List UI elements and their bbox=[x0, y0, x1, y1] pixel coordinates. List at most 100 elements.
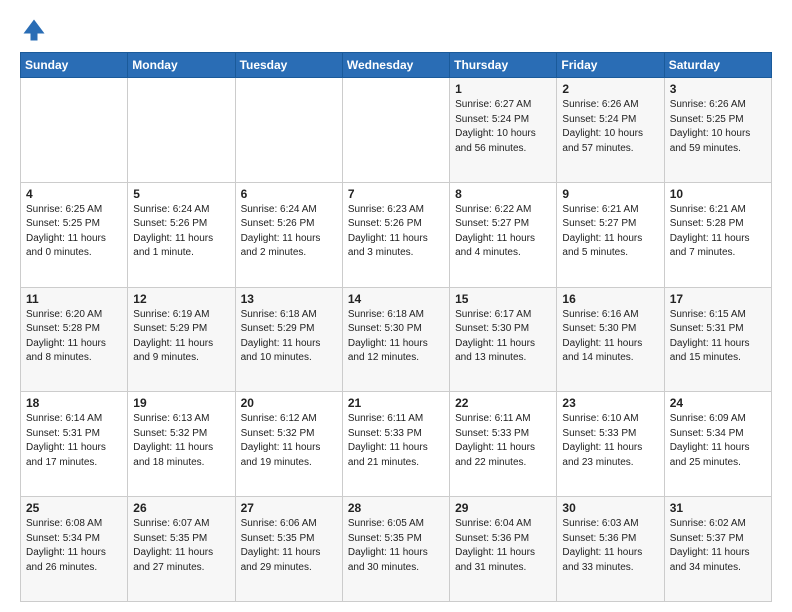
day-info: Sunrise: 6:18 AM Sunset: 5:30 PM Dayligh… bbox=[348, 308, 444, 366]
day-info: Sunrise: 6:17 AM Sunset: 5:30 PM Dayligh… bbox=[455, 308, 551, 366]
day-number: 1 bbox=[455, 82, 551, 96]
day-number: 27 bbox=[241, 501, 337, 515]
day-number: 29 bbox=[455, 501, 551, 515]
day-number: 21 bbox=[348, 396, 444, 410]
day-number: 23 bbox=[562, 396, 658, 410]
calendar-cell: 25 Sunrise: 6:08 AM Sunset: 5:34 PM Dayli… bbox=[21, 497, 128, 602]
calendar-table: SundayMondayTuesdayWednesdayThursdayFrid… bbox=[20, 52, 772, 602]
day-number: 7 bbox=[348, 187, 444, 201]
calendar-cell: 6Sunrise: 6:24 AM Sunset: 5:26 PM Daylig… bbox=[235, 182, 342, 287]
day-info: Sunrise: 6:22 AM Sunset: 5:27 PM Dayligh… bbox=[455, 203, 551, 261]
day-number: 28 bbox=[348, 501, 444, 515]
calendar-cell: 31 Sunrise: 6:02 AM Sunset: 5:37 PM Dayli… bbox=[664, 497, 771, 602]
day-info: Sunrise: 6:11 AM Sunset: 5:33 PM Dayligh… bbox=[455, 412, 551, 470]
day-number: 2 bbox=[562, 82, 658, 96]
day-number: 4 bbox=[26, 187, 122, 201]
day-info: Sunrise: 6:09 AM Sunset: 5:34 PM Dayligh… bbox=[670, 412, 766, 470]
calendar-cell: 4 Sunrise: 6:25 AM Sunset: 5:25 PM Daylig… bbox=[21, 182, 128, 287]
day-number: 24 bbox=[670, 396, 766, 410]
calendar-cell: 20 Sunrise: 6:12 AM Sunset: 5:32 PM Dayli… bbox=[235, 392, 342, 497]
weekday-saturday: Saturday bbox=[664, 53, 771, 78]
day-info: Sunrise: 6:15 AM Sunset: 5:31 PM Dayligh… bbox=[670, 308, 766, 366]
day-number: 17 bbox=[670, 292, 766, 306]
day-number: 30 bbox=[562, 501, 658, 515]
day-info: Sunrise: 6:19 AM Sunset: 5:29 PM Dayligh… bbox=[133, 308, 229, 366]
day-info: Sunrise: 6:23 AM Sunset: 5:26 PM Dayligh… bbox=[348, 203, 444, 261]
day-number: 20 bbox=[241, 396, 337, 410]
day-info: Sunrise: 6:18 AM Sunset: 5:29 PM Dayligh… bbox=[241, 308, 337, 366]
calendar-row-4: 25 Sunrise: 6:08 AM Sunset: 5:34 PM Dayli… bbox=[21, 497, 772, 602]
weekday-tuesday: Tuesday bbox=[235, 53, 342, 78]
calendar-cell: 3 Sunrise: 6:26 AM Sunset: 5:25 PM Daylig… bbox=[664, 78, 771, 183]
calendar-cell: 21 Sunrise: 6:11 AM Sunset: 5:33 PM Dayli… bbox=[342, 392, 449, 497]
day-number: 14 bbox=[348, 292, 444, 306]
day-info: Sunrise: 6:13 AM Sunset: 5:32 PM Dayligh… bbox=[133, 412, 229, 470]
day-info: Sunrise: 6:16 AM Sunset: 5:30 PM Dayligh… bbox=[562, 308, 658, 366]
calendar-cell: 5Sunrise: 6:24 AM Sunset: 5:26 PM Daylig… bbox=[128, 182, 235, 287]
calendar-page: SundayMondayTuesdayWednesdayThursdayFrid… bbox=[0, 0, 792, 612]
weekday-sunday: Sunday bbox=[21, 53, 128, 78]
day-number: 13 bbox=[241, 292, 337, 306]
calendar-cell: 27 Sunrise: 6:06 AM Sunset: 5:35 PM Dayli… bbox=[235, 497, 342, 602]
weekday-header-row: SundayMondayTuesdayWednesdayThursdayFrid… bbox=[21, 53, 772, 78]
weekday-monday: Monday bbox=[128, 53, 235, 78]
day-info: Sunrise: 6:21 AM Sunset: 5:28 PM Dayligh… bbox=[670, 203, 766, 261]
day-number: 16 bbox=[562, 292, 658, 306]
header bbox=[20, 16, 772, 44]
calendar-cell: 16 Sunrise: 6:16 AM Sunset: 5:30 PM Dayli… bbox=[557, 287, 664, 392]
day-info: Sunrise: 6:21 AM Sunset: 5:27 PM Dayligh… bbox=[562, 203, 658, 261]
calendar-cell: 24 Sunrise: 6:09 AM Sunset: 5:34 PM Dayli… bbox=[664, 392, 771, 497]
calendar-cell: 8 Sunrise: 6:22 AM Sunset: 5:27 PM Daylig… bbox=[450, 182, 557, 287]
weekday-wednesday: Wednesday bbox=[342, 53, 449, 78]
day-number: 15 bbox=[455, 292, 551, 306]
day-info: Sunrise: 6:26 AM Sunset: 5:25 PM Dayligh… bbox=[670, 98, 766, 156]
calendar-row-1: 4 Sunrise: 6:25 AM Sunset: 5:25 PM Daylig… bbox=[21, 182, 772, 287]
calendar-row-0: 1Sunrise: 6:27 AM Sunset: 5:24 PM Daylig… bbox=[21, 78, 772, 183]
day-number: 5 bbox=[133, 187, 229, 201]
day-number: 3 bbox=[670, 82, 766, 96]
day-info: Sunrise: 6:02 AM Sunset: 5:37 PM Dayligh… bbox=[670, 517, 766, 575]
calendar-cell: 28Sunrise: 6:05 AM Sunset: 5:35 PM Dayli… bbox=[342, 497, 449, 602]
day-info: Sunrise: 6:07 AM Sunset: 5:35 PM Dayligh… bbox=[133, 517, 229, 575]
calendar-row-2: 11Sunrise: 6:20 AM Sunset: 5:28 PM Dayli… bbox=[21, 287, 772, 392]
calendar-cell: 12Sunrise: 6:19 AM Sunset: 5:29 PM Dayli… bbox=[128, 287, 235, 392]
calendar-cell: 29 Sunrise: 6:04 AM Sunset: 5:36 PM Dayli… bbox=[450, 497, 557, 602]
day-info: Sunrise: 6:03 AM Sunset: 5:36 PM Dayligh… bbox=[562, 517, 658, 575]
day-info: Sunrise: 6:12 AM Sunset: 5:32 PM Dayligh… bbox=[241, 412, 337, 470]
calendar-cell: 11Sunrise: 6:20 AM Sunset: 5:28 PM Dayli… bbox=[21, 287, 128, 392]
calendar-cell: 23 Sunrise: 6:10 AM Sunset: 5:33 PM Dayli… bbox=[557, 392, 664, 497]
calendar-cell: 14 Sunrise: 6:18 AM Sunset: 5:30 PM Dayli… bbox=[342, 287, 449, 392]
day-number: 10 bbox=[670, 187, 766, 201]
calendar-cell bbox=[342, 78, 449, 183]
day-number: 19 bbox=[133, 396, 229, 410]
calendar-cell: 13 Sunrise: 6:18 AM Sunset: 5:29 PM Dayli… bbox=[235, 287, 342, 392]
calendar-cell bbox=[21, 78, 128, 183]
day-info: Sunrise: 6:25 AM Sunset: 5:25 PM Dayligh… bbox=[26, 203, 122, 261]
day-info: Sunrise: 6:08 AM Sunset: 5:34 PM Dayligh… bbox=[26, 517, 122, 575]
calendar-row-3: 18 Sunrise: 6:14 AM Sunset: 5:31 PM Dayli… bbox=[21, 392, 772, 497]
day-number: 25 bbox=[26, 501, 122, 515]
day-number: 18 bbox=[26, 396, 122, 410]
day-number: 6 bbox=[241, 187, 337, 201]
day-info: Sunrise: 6:06 AM Sunset: 5:35 PM Dayligh… bbox=[241, 517, 337, 575]
calendar-cell bbox=[128, 78, 235, 183]
calendar-cell: 1Sunrise: 6:27 AM Sunset: 5:24 PM Daylig… bbox=[450, 78, 557, 183]
calendar-cell: 2 Sunrise: 6:26 AM Sunset: 5:24 PM Daylig… bbox=[557, 78, 664, 183]
calendar-cell: 26Sunrise: 6:07 AM Sunset: 5:35 PM Dayli… bbox=[128, 497, 235, 602]
calendar-header: SundayMondayTuesdayWednesdayThursdayFrid… bbox=[21, 53, 772, 78]
day-number: 11 bbox=[26, 292, 122, 306]
day-info: Sunrise: 6:14 AM Sunset: 5:31 PM Dayligh… bbox=[26, 412, 122, 470]
logo bbox=[20, 16, 52, 44]
day-info: Sunrise: 6:04 AM Sunset: 5:36 PM Dayligh… bbox=[455, 517, 551, 575]
day-info: Sunrise: 6:11 AM Sunset: 5:33 PM Dayligh… bbox=[348, 412, 444, 470]
calendar-cell: 7 Sunrise: 6:23 AM Sunset: 5:26 PM Daylig… bbox=[342, 182, 449, 287]
day-number: 8 bbox=[455, 187, 551, 201]
day-number: 31 bbox=[670, 501, 766, 515]
day-number: 22 bbox=[455, 396, 551, 410]
day-info: Sunrise: 6:10 AM Sunset: 5:33 PM Dayligh… bbox=[562, 412, 658, 470]
calendar-cell: 18 Sunrise: 6:14 AM Sunset: 5:31 PM Dayli… bbox=[21, 392, 128, 497]
calendar-cell: 22 Sunrise: 6:11 AM Sunset: 5:33 PM Dayli… bbox=[450, 392, 557, 497]
day-number: 9 bbox=[562, 187, 658, 201]
day-info: Sunrise: 6:26 AM Sunset: 5:24 PM Dayligh… bbox=[562, 98, 658, 156]
calendar-cell bbox=[235, 78, 342, 183]
